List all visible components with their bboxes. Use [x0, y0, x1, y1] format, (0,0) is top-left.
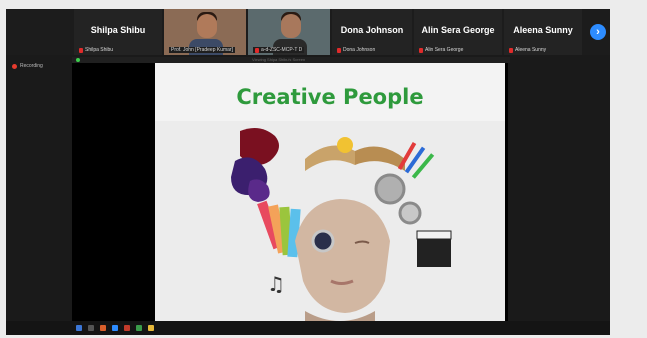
system-taskbar	[6, 321, 610, 335]
participant-label: Shilpa Shibu	[85, 47, 114, 53]
participant-name: Dona Johnson	[340, 25, 404, 35]
participant-name: Shilpa Shibu	[90, 25, 146, 35]
film-clapper-icon	[416, 230, 452, 267]
participant-strip: Shilpa Shibu Shilpa Shibu Prof. John [Pr…	[6, 9, 610, 55]
svg-text:♫: ♫	[267, 272, 285, 296]
participant-video-face	[196, 14, 217, 38]
participant-label: Dona Johnson	[343, 47, 376, 53]
mic-muted-icon	[255, 47, 259, 53]
participant-name: Alin Sera George	[421, 25, 495, 35]
search-icon[interactable]	[88, 325, 94, 331]
presentation-slide: Creative People ♫	[155, 63, 505, 327]
start-icon[interactable]	[76, 325, 82, 331]
creative-head-illustration: ♫	[155, 121, 505, 327]
participant-tile-video-2[interactable]: a-d-ZSC-MCP-T D	[248, 9, 330, 55]
mic-muted-icon	[419, 47, 423, 53]
participant-label: a-d-ZSC-MCP-T D	[261, 47, 303, 53]
participant-tile-shilpa-shibu[interactable]: Shilpa Shibu Shilpa Shibu	[74, 9, 162, 55]
app-icon[interactable]	[100, 325, 106, 331]
participant-tile-alin-sera-george[interactable]: Alin Sera George Alin Sera George	[414, 9, 502, 55]
mic-muted-icon	[337, 47, 341, 53]
participant-tile-aleena-sunny[interactable]: Aleena Sunny Aleena Sunny	[504, 9, 582, 55]
mic-muted-icon	[509, 47, 513, 53]
share-status-icon	[76, 58, 80, 62]
lightbulb-icon	[337, 137, 353, 153]
meeting-window: Shilpa Shibu Shilpa Shibu Prof. John [Pr…	[6, 9, 610, 335]
participant-video-face	[280, 14, 301, 38]
participant-tile-dona-johnson[interactable]: Dona Johnson Dona Johnson	[332, 9, 412, 55]
shared-screen: Creative People ♫	[72, 63, 508, 327]
participant-label: Alin Sera George	[425, 47, 464, 53]
folder-icon[interactable]	[148, 325, 154, 331]
recording-icon	[12, 63, 17, 69]
mic-muted-icon	[79, 47, 83, 53]
next-page-icon[interactable]: ›	[590, 24, 606, 40]
recording-indicator: Recording	[12, 63, 43, 69]
participant-label: Prof. John [Pradeep Kumar]	[171, 47, 233, 53]
participant-label: Aleena Sunny	[515, 47, 547, 53]
app-icon[interactable]	[136, 325, 142, 331]
slide-title: Creative People	[236, 85, 424, 109]
recording-label: Recording	[20, 63, 43, 69]
zoom-app-icon[interactable]	[112, 325, 118, 331]
participant-tile-video-1[interactable]: Prof. John [Pradeep Kumar]	[164, 9, 246, 55]
participant-name: Aleena Sunny	[513, 25, 573, 35]
screen-share-label: Viewing Shipa Shibu's Screen	[252, 57, 306, 62]
powerpoint-icon[interactable]	[124, 325, 130, 331]
music-notes-icon: ♫	[267, 272, 285, 296]
